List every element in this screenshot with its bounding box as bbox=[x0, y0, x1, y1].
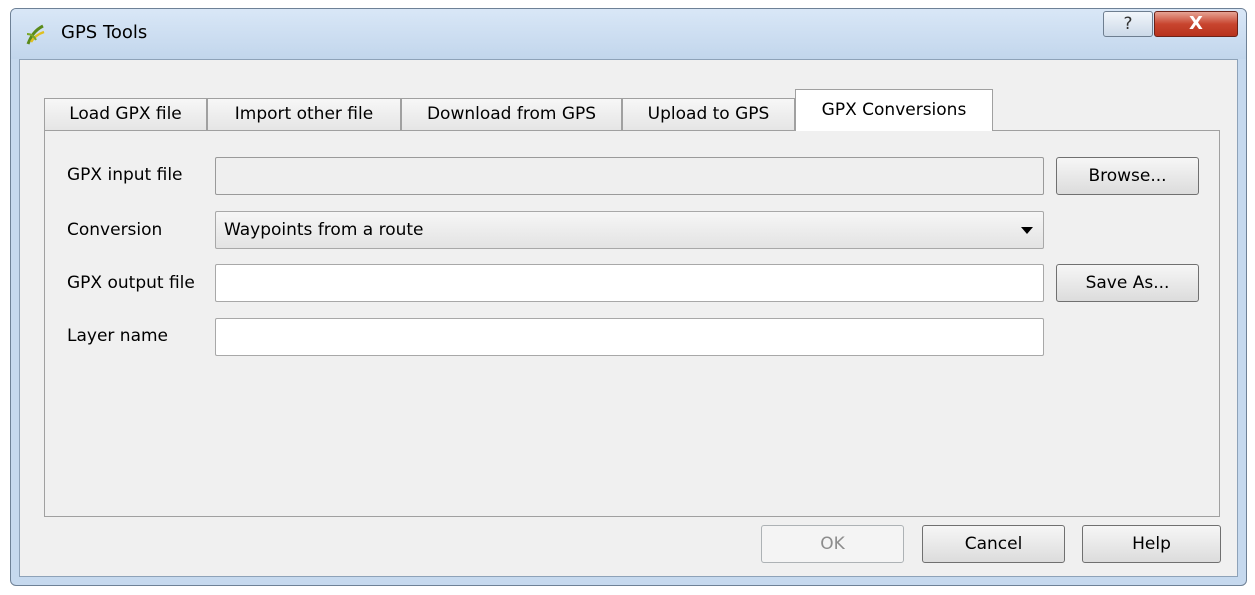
dialog-body: Load GPX file Import other file Download… bbox=[19, 59, 1238, 577]
gpx-input-file-field bbox=[215, 157, 1044, 195]
close-button[interactable]: X bbox=[1154, 11, 1238, 37]
tab-import-other-file[interactable]: Import other file bbox=[207, 98, 401, 130]
help-button-label: Help bbox=[1132, 534, 1171, 554]
tab-label: Import other file bbox=[234, 104, 374, 124]
tab-download-from-gps[interactable]: Download from GPS bbox=[401, 98, 622, 130]
help-button[interactable]: Help bbox=[1082, 525, 1221, 563]
tab-upload-to-gps[interactable]: Upload to GPS bbox=[622, 98, 795, 130]
question-mark-icon: ? bbox=[1123, 14, 1133, 34]
browse-button[interactable]: Browse... bbox=[1056, 157, 1199, 195]
window-title: GPS Tools bbox=[61, 22, 148, 43]
conversion-select[interactable]: Waypoints from a route bbox=[215, 211, 1044, 249]
save-as-button[interactable]: Save As... bbox=[1056, 264, 1199, 302]
gpx-conversions-panel: GPX input file Browse... Conversion Wayp… bbox=[44, 130, 1220, 517]
save-as-button-label: Save As... bbox=[1085, 273, 1170, 293]
browse-button-label: Browse... bbox=[1088, 166, 1167, 186]
tab-load-gpx-file[interactable]: Load GPX file bbox=[44, 98, 207, 130]
title-bar[interactable]: GPS Tools ? X bbox=[11, 9, 1246, 59]
gpx-output-file-label: GPX output file bbox=[67, 273, 195, 293]
conversion-label: Conversion bbox=[67, 220, 163, 240]
tab-gpx-conversions[interactable]: GPX Conversions bbox=[795, 89, 993, 131]
ok-button[interactable]: OK bbox=[761, 525, 904, 563]
gpx-output-file-field[interactable] bbox=[215, 264, 1044, 302]
gpx-input-file-label: GPX input file bbox=[67, 165, 183, 185]
close-icon: X bbox=[1189, 13, 1203, 34]
tab-label: Load GPX file bbox=[69, 104, 182, 124]
qgis-icon bbox=[26, 24, 45, 45]
conversion-value: Waypoints from a route bbox=[224, 220, 424, 240]
tab-label: Upload to GPS bbox=[647, 104, 770, 124]
context-help-button[interactable]: ? bbox=[1103, 11, 1153, 37]
cancel-button[interactable]: Cancel bbox=[922, 525, 1065, 563]
tab-label: Download from GPS bbox=[426, 104, 597, 124]
layer-name-label: Layer name bbox=[67, 326, 169, 346]
ok-button-label: OK bbox=[820, 534, 845, 554]
layer-name-field[interactable] bbox=[215, 318, 1044, 356]
chevron-down-icon bbox=[1021, 227, 1033, 234]
tab-label: GPX Conversions bbox=[821, 100, 967, 120]
gps-tools-dialog: GPS Tools ? X Load GPX file Import other… bbox=[10, 8, 1247, 586]
cancel-button-label: Cancel bbox=[964, 534, 1023, 554]
